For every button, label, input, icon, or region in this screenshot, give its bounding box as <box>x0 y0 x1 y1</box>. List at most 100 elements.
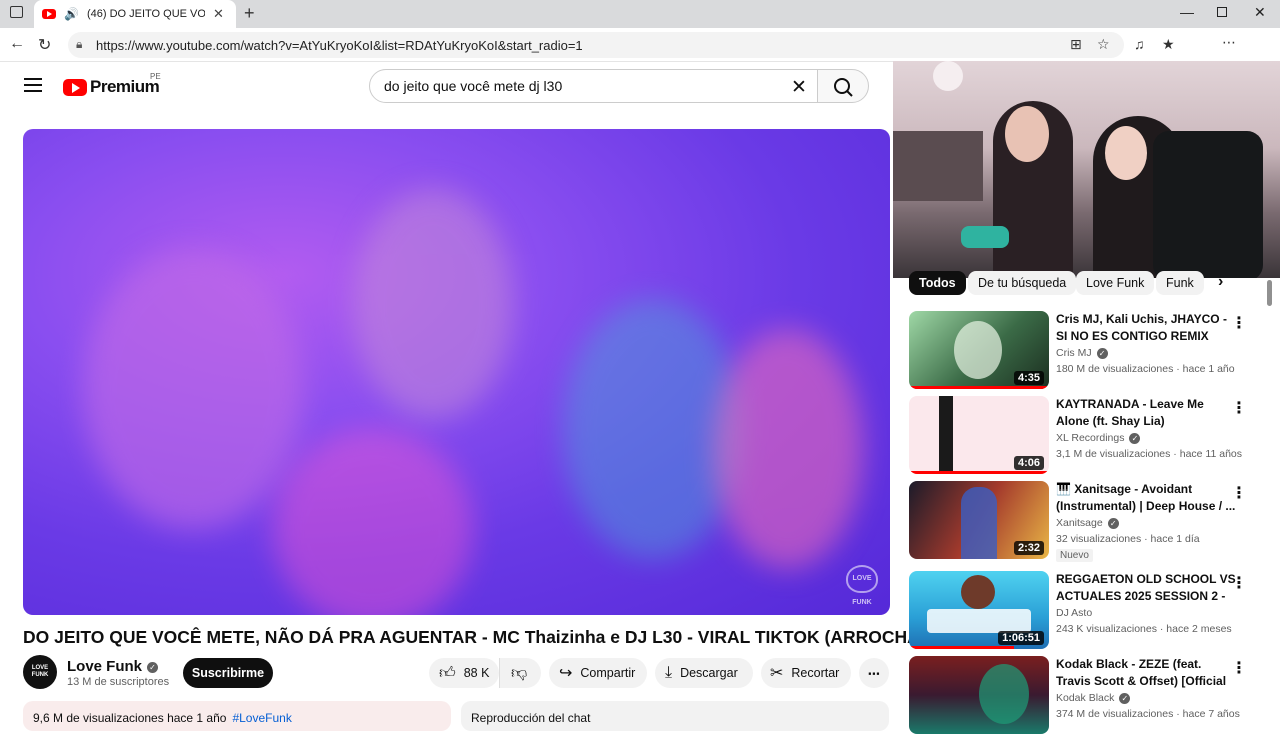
related-channel[interactable]: Xanitsage ✓ <box>1056 517 1119 529</box>
blurred-figure <box>353 189 513 419</box>
related-channel[interactable]: XL Recordings ✓ <box>1056 432 1141 444</box>
search-icon <box>834 78 853 97</box>
kebab-menu-icon[interactable]: ⋮ <box>1231 573 1247 593</box>
more-actions-button[interactable]: ⋯ <box>859 658 889 688</box>
kebab-menu-icon[interactable]: ⋮ <box>1231 658 1247 678</box>
youtube-premium-logo[interactable]: Premium <box>63 77 160 97</box>
clip-button[interactable]: ✂ Recortar <box>761 658 851 688</box>
chat-replay-box[interactable]: Reproducción del chat <box>461 701 889 731</box>
favorites-icon[interactable]: ★ <box>1162 36 1175 53</box>
split-screen-icon[interactable]: ⊞ <box>1070 36 1082 53</box>
verified-icon: ✓ <box>1129 432 1141 444</box>
scissors-icon: ✂ <box>770 665 784 682</box>
download-label: Descargar <box>680 666 738 680</box>
like-count: 88 K <box>463 666 490 680</box>
channel-avatar[interactable]: LOVE FUNK <box>23 655 57 689</box>
chip-love-funk[interactable]: Love Funk <box>1076 271 1155 295</box>
thumb-palm <box>979 664 1029 724</box>
browser-tab-bar: 🔊 (46) DO JEITO QUE VOCÊ ME ✕ + — ✕ <box>0 0 1280 28</box>
video-duration: 1:06:51 <box>998 631 1044 645</box>
reload-icon[interactable]: ↻ <box>38 35 51 55</box>
thumb-face <box>954 321 1002 379</box>
clear-search-icon[interactable]: ✕ <box>791 76 807 99</box>
close-window-icon[interactable]: ✕ <box>1254 4 1266 21</box>
related-video[interactable]: Kodak Black - ZEZE (feat. Travis Scott &… <box>909 656 1265 736</box>
read-aloud-icon[interactable]: ♫ <box>1134 36 1145 52</box>
related-video[interactable]: 4:35 Cris MJ, Kali Uchis, JHAYCO - SI NO… <box>909 311 1265 391</box>
minimize-icon[interactable]: — <box>1180 4 1194 20</box>
menu-icon[interactable] <box>24 78 42 92</box>
browser-tab-active[interactable]: 🔊 (46) DO JEITO QUE VOCÊ ME ✕ <box>34 0 236 28</box>
more-options-icon[interactable]: ⋯ <box>1222 34 1236 51</box>
youtube-favicon-icon <box>42 9 56 19</box>
tab-close-icon[interactable]: ✕ <box>213 6 224 22</box>
share-label: Compartir <box>580 666 636 680</box>
thumb-figure <box>961 575 995 609</box>
video-thumbnail[interactable] <box>909 656 1049 734</box>
video-duration: 4:35 <box>1013 371 1044 385</box>
blurred-figure <box>273 429 473 615</box>
description-box[interactable]: 9,6 M de visualizaciones hace 1 año #Love… <box>23 701 451 731</box>
related-channel[interactable]: Kodak Black ✓ <box>1056 692 1131 704</box>
favorite-star-icon[interactable]: ☆ <box>1097 36 1110 53</box>
maximize-icon[interactable] <box>1217 7 1227 17</box>
chip-funk[interactable]: Funk <box>1156 271 1204 295</box>
url-field[interactable]: 🔒︎ https://www.youtube.com/watch?v=AtYuK… <box>68 32 1124 58</box>
related-title[interactable]: Kodak Black - ZEZE (feat. Travis Scott &… <box>1056 656 1236 690</box>
kebab-menu-icon[interactable]: ⋮ <box>1231 398 1247 418</box>
related-title[interactable]: Cris MJ, Kali Uchis, JHAYCO - SI NO ES C… <box>1056 311 1236 345</box>
video-duration: 2:32 <box>1013 541 1044 555</box>
more-horizontal-icon: ⋯ <box>867 666 881 681</box>
views-date: 9,6 M de visualizaciones hace 1 año <box>33 711 227 725</box>
thumbs-down-icon: 👎︎ <box>511 664 528 682</box>
dislike-button[interactable]: 👎︎ <box>499 658 541 688</box>
verified-icon: ✓ <box>1119 692 1131 704</box>
video-duration: 4:06 <box>1013 456 1044 470</box>
new-tab-icon[interactable]: + <box>244 3 255 24</box>
video-thumbnail[interactable]: 1:06:51 <box>909 571 1049 649</box>
video-player[interactable] <box>23 129 890 615</box>
thumb-figure <box>939 396 953 474</box>
related-title[interactable]: REGGAETON OLD SCHOOL VS ACTUALES 2025 SE… <box>1056 571 1236 605</box>
url-text: https://www.youtube.com/watch?v=AtYuKryo… <box>96 37 583 53</box>
related-channel[interactable]: Cris MJ ✓ <box>1056 347 1108 359</box>
share-button[interactable]: ↪ Compartir <box>549 658 647 688</box>
hashtag-link[interactable]: #LoveFunk <box>232 711 291 725</box>
verified-icon: ✓ <box>1096 347 1108 359</box>
watch-progress <box>909 646 1014 649</box>
related-video[interactable]: 1:06:51 REGGAETON OLD SCHOOL VS ACTUALES… <box>909 571 1265 651</box>
thumb-text-vs <box>927 609 1031 633</box>
speaker-icon[interactable]: 🔊 <box>64 7 79 21</box>
related-video[interactable]: 2:32 🎹 Xanitsage - Avoidant (Instrumenta… <box>909 481 1265 562</box>
search-button[interactable] <box>817 69 869 103</box>
download-icon: ⤓ <box>665 664 673 681</box>
browser-address-bar: ← ↻ 🔒︎ https://www.youtube.com/watch?v=A… <box>0 28 1280 82</box>
channel-name[interactable]: Love Funk ✓ <box>67 658 159 675</box>
tab-actions-icon[interactable] <box>10 6 23 18</box>
scrollbar[interactable] <box>1267 280 1272 306</box>
watch-progress <box>909 471 1049 474</box>
related-channel[interactable]: DJ Asto <box>1056 607 1092 619</box>
kebab-menu-icon[interactable]: ⋮ <box>1231 483 1247 503</box>
back-icon[interactable]: ← <box>9 35 25 53</box>
chips-next-icon[interactable]: › <box>1218 273 1223 291</box>
video-thumbnail[interactable]: 2:32 <box>909 481 1049 559</box>
related-title[interactable]: KAYTRANADA - Leave Me Alone (ft. Shay Li… <box>1056 396 1236 430</box>
related-meta: 243 K visualizaciones · hace 2 meses <box>1056 623 1232 635</box>
site-info-icon[interactable]: 🔒︎ <box>76 37 82 52</box>
search-input[interactable]: do jeito que você mete dj l30 <box>369 69 818 103</box>
kebab-menu-icon[interactable]: ⋮ <box>1231 313 1247 333</box>
related-channel-text: Kodak Black <box>1056 692 1115 704</box>
thumb-figure <box>961 487 997 559</box>
video-thumbnail[interactable]: 4:35 <box>909 311 1049 389</box>
download-button[interactable]: ⤓ Descargar <box>655 658 753 688</box>
video-thumbnail[interactable]: 4:06 <box>909 396 1049 474</box>
search-value: do jeito que você mete dj l30 <box>384 78 563 94</box>
subscribe-button[interactable]: Suscribirme <box>183 658 273 688</box>
like-button[interactable]: 👍︎ 88 K <box>429 658 499 688</box>
related-video[interactable]: 4:06 KAYTRANADA - Leave Me Alone (ft. Sh… <box>909 396 1265 476</box>
clip-label: Recortar <box>791 666 840 680</box>
chip-from-search[interactable]: De tu búsqueda <box>968 271 1077 295</box>
related-title[interactable]: 🎹 Xanitsage - Avoidant (Instrumental) | … <box>1056 481 1236 515</box>
chip-all[interactable]: Todos <box>909 271 966 295</box>
